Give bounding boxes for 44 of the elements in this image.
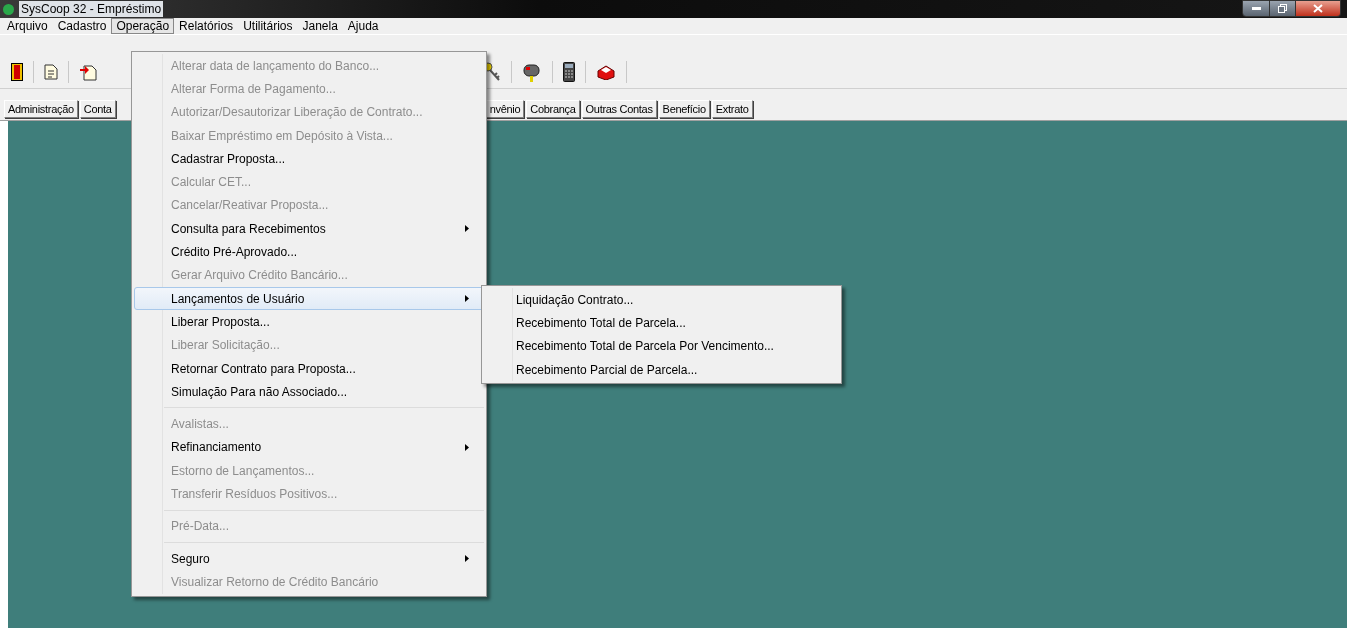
calculator-icon[interactable] — [563, 61, 575, 82]
menu-item[interactable]: Arquivo — [2, 18, 53, 34]
menu-item[interactable]: Utilitários — [238, 18, 298, 34]
door-icon[interactable] — [11, 62, 23, 81]
tab[interactable]: Cobrança — [526, 100, 580, 118]
app-icon — [3, 3, 14, 15]
mailbox-icon[interactable] — [522, 61, 542, 82]
tab[interactable]: Outras Contas — [581, 100, 657, 118]
tab[interactable]: nvênio — [485, 100, 525, 118]
menu-item[interactable]: Janela — [297, 18, 343, 34]
menu-option[interactable]: Retornar Contrato para Proposta... — [134, 356, 484, 381]
submenu-arrow-icon — [465, 555, 469, 563]
menu-option[interactable]: Recebimento Parcial de Parcela... — [482, 357, 841, 382]
menu-item[interactable]: Cadastro — [52, 18, 112, 34]
menu-option[interactable]: Liberar Proposta... — [134, 310, 484, 334]
menu-item[interactable]: Ajuda — [342, 18, 384, 34]
menu-option[interactable]: Liquidação Contrato... — [482, 288, 841, 312]
submenu-arrow-icon — [465, 225, 469, 233]
tab[interactable]: Conta — [79, 100, 116, 118]
menu-option[interactable]: Seguro — [134, 546, 484, 571]
document-icon[interactable] — [44, 63, 58, 80]
submenu-arrow-icon — [465, 443, 469, 451]
menu-option[interactable]: Recebimento Total de Parcela... — [482, 311, 841, 335]
menu-option[interactable]: Consulta para Recebimentos — [134, 217, 484, 241]
menu-option[interactable]: Lançamentos de Usuário — [134, 286, 484, 311]
menu-option[interactable]: Recebimento Total de Parcela Por Vencimento... — [482, 334, 841, 358]
submenu-arrow-icon — [465, 295, 469, 303]
menu-item[interactable]: Operação — [111, 18, 175, 34]
menu-option[interactable]: Simulação Para não Associado... — [134, 380, 484, 404]
restore-icon — [1278, 4, 1287, 13]
tab[interactable]: Administração — [4, 100, 78, 118]
menu-option[interactable]: Cadastrar Proposta... — [134, 147, 484, 171]
restore-button[interactable] — [1270, 0, 1296, 17]
menu-item[interactable]: Relatórios — [174, 18, 239, 34]
tab[interactable]: Benefício — [658, 100, 710, 118]
tab[interactable]: Extrato — [711, 100, 753, 118]
minimize-button[interactable] — [1242, 0, 1270, 17]
card-box-icon[interactable] — [596, 63, 616, 80]
window-title: SysCoop 32 - Empréstimo — [19, 1, 164, 17]
close-icon — [1313, 4, 1323, 13]
menu-option[interactable]: Refinanciamento — [134, 435, 484, 460]
close-button[interactable] — [1296, 0, 1341, 17]
document-arrow-icon[interactable] — [79, 62, 97, 81]
menu-option[interactable]: Crédito Pré-Aprovado... — [134, 240, 484, 264]
